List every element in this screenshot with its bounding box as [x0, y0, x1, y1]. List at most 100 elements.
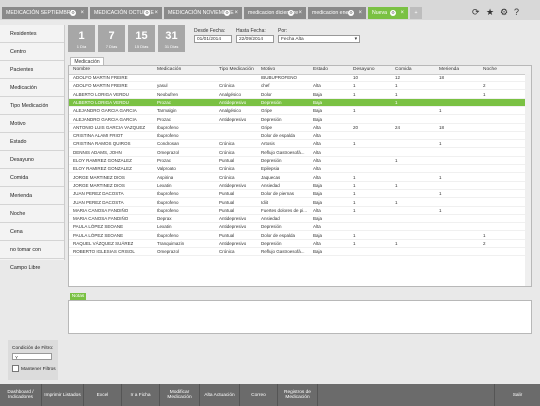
- table-row[interactable]: ADOLFO MARTIN FREIRE yasul Crónica chef Alta…: [69, 82, 531, 91]
- sidebar-item-cena[interactable]: Cena: [0, 223, 64, 241]
- tile-15-days[interactable]: 15 15 Días: [128, 25, 155, 52]
- dashboard-button[interactable]: Dashboard / Indicadores: [0, 384, 42, 406]
- table-scrollbar[interactable]: [525, 74, 531, 286]
- table-row[interactable]: DENNIS ADAMS, JOHN Omeprazol Crónica Refluj…: [69, 149, 531, 157]
- tab-close-icon[interactable]: ×: [80, 7, 84, 19]
- star-icon[interactable]: ★: [486, 6, 494, 18]
- table-row[interactable]: ALEJANDRO GARCIA GARCIA Tarmalgin Analgési…: [69, 107, 531, 116]
- col-estado[interactable]: Estado: [313, 66, 328, 74]
- sidebar-item-merienda[interactable]: Merienda: [0, 187, 64, 205]
- tile-31-days[interactable]: 31 31 Días: [158, 25, 185, 52]
- table-row[interactable]: ALBERTO LORIGA VERDU Neobufren Analgésico D…: [69, 91, 531, 99]
- sidebar-item-tipo-medicacion[interactable]: Tipo Medicación: [0, 97, 64, 115]
- table-cell: Lexatin: [157, 182, 172, 188]
- exit-button[interactable]: Salir: [494, 384, 540, 406]
- tab-1[interactable]: MEDICACIÓN OCTUBRE ⚙ ×: [90, 7, 162, 19]
- medication-records-button[interactable]: Registros de Medicación: [278, 384, 318, 406]
- table-cell: 1: [395, 241, 398, 246]
- tile-7-days[interactable]: 77 Días: [98, 25, 125, 52]
- settings-icon[interactable]: ⚙: [500, 6, 508, 18]
- col-medicacion[interactable]: Medicación: [157, 66, 181, 74]
- table-cell: Crónica: [219, 149, 235, 155]
- table-cell: Crónica: [219, 83, 235, 89]
- table-row[interactable]: MARIA CANOSA FANDIÑO Ibuprofeno Puntual Fue…: [69, 207, 531, 215]
- tab-gear-icon[interactable]: ⚙: [390, 10, 396, 16]
- table-row[interactable]: JORGE MARTINEZ DIOS Aspirina Crónica Jaquec…: [69, 174, 531, 182]
- sidebar-item-desayuno[interactable]: Desayuno: [0, 151, 64, 169]
- table-row[interactable]: ANTONIO LUIS GARCIA VAZQUEZ Ibuprofeno Gri…: [69, 124, 531, 132]
- col-tipo-medicacion[interactable]: Tipo Medicación: [219, 66, 254, 74]
- tab-close-icon[interactable]: ×: [298, 7, 302, 19]
- go-to-record-button[interactable]: Ir a Ficha: [122, 384, 160, 406]
- email-button[interactable]: Correo: [240, 384, 278, 406]
- hasta-date-field[interactable]: 22/09/2014: [236, 35, 274, 43]
- col-merienda[interactable]: Merienda: [439, 66, 459, 74]
- table-row[interactable]: JUAN PEREZ DACOSTA Ibuprofeno Puntual Dolor…: [69, 190, 531, 199]
- tab-bar: MEDICACIÓN SEPTIEMBRE ⚙ × MEDICACIÓN OCTUB…: [0, 0, 540, 20]
- tab-3[interactable]: medicacion diciembre ⚙ ×: [244, 7, 306, 19]
- tab-0[interactable]: MEDICACIÓN SEPTIEMBRE ⚙ ×: [2, 7, 88, 19]
- excel-button[interactable]: Excel: [84, 384, 122, 406]
- tab-2[interactable]: MEDICACIÓN NOVIEMBRE ⚙ ×: [164, 7, 242, 19]
- help-icon[interactable]: ?: [514, 6, 519, 18]
- table-row[interactable]: MARIA CANOSA FANDIÑO Deprax Antidepresivo A…: [69, 215, 531, 224]
- table-row[interactable]: JORGE MARTINEZ DIOS Lexatin Antidepresivo A…: [69, 182, 531, 190]
- tab-gear-icon[interactable]: ⚙: [70, 10, 76, 16]
- table-row[interactable]: PAULA LÓPEZ SEOANE Lexatin Antidepresivo De…: [69, 223, 531, 232]
- print-lists-button[interactable]: Imprimir Listados: [42, 384, 84, 406]
- sidebar-item-no-tomar-con[interactable]: no tomar con: [0, 241, 64, 259]
- table-cell: Alta: [313, 158, 321, 163]
- tab-gear-icon[interactable]: ⚙: [288, 10, 294, 16]
- col-motivo[interactable]: Motivo: [261, 66, 275, 74]
- checkbox-icon[interactable]: [12, 365, 19, 372]
- tab-5[interactable]: Nueva ⚙ ×: [368, 7, 408, 19]
- sidebar-item-estado[interactable]: Estado: [0, 133, 64, 151]
- table-row[interactable]: ADOLFO MARTIN FREIRE IBUBUPROFENO 10 12 18: [69, 74, 531, 82]
- sidebar-item-pacientes[interactable]: Pacientes: [0, 61, 64, 79]
- sidebar-item-motivo[interactable]: Motivo: [0, 115, 64, 133]
- col-comida[interactable]: Comida: [395, 66, 412, 74]
- table-cell: Prozac: [157, 158, 172, 163]
- sidebar-item-noche[interactable]: Noche: [0, 205, 64, 223]
- tab-close-icon[interactable]: ×: [154, 7, 158, 19]
- filter-condition-select[interactable]: Y: [12, 353, 52, 360]
- tab-gear-icon[interactable]: ⚙: [224, 10, 230, 16]
- tab-gear-icon[interactable]: ⚙: [348, 10, 354, 16]
- table-cell: Fuertes dolores de pi...: [261, 207, 308, 213]
- add-action-button[interactable]: Alta Actuación: [200, 384, 240, 406]
- table-cell: 10: [353, 75, 359, 80]
- tab-4[interactable]: medicacion enero ⚙ ×: [308, 7, 366, 19]
- table-row[interactable]: RAQUEL VÁZQUEZ SUÁREZ Tranquimazin Antidep…: [69, 240, 531, 248]
- table-row[interactable]: ELOY RAMIREZ GONZALEZ Valproato Crónica Epi…: [69, 165, 531, 174]
- tab-close-icon[interactable]: ×: [358, 7, 362, 19]
- table-row[interactable]: ROBERTO IGLESIAS CRISOL Omeprazol Crónica R…: [69, 248, 531, 257]
- sidebar-item-medicacion[interactable]: Medicación: [0, 79, 64, 97]
- sidebar-item-comida[interactable]: Comida: [0, 169, 64, 187]
- col-nombre[interactable]: Nombre: [73, 66, 90, 74]
- tab-close-icon[interactable]: ×: [234, 7, 238, 19]
- sidebar-item-centro[interactable]: Centro: [0, 43, 64, 61]
- refresh-icon[interactable]: ⟳: [472, 6, 480, 18]
- table-cell: Baja: [313, 191, 323, 197]
- notes-textarea[interactable]: [68, 300, 532, 334]
- keep-filters-checkbox[interactable]: Mantener Filtros: [12, 365, 56, 372]
- table-row[interactable]: JUAN PEREZ DACOSTA Ibuprofeno Puntual Idiit…: [69, 199, 531, 207]
- tile-1-day[interactable]: 11 Día: [68, 25, 95, 52]
- table-row[interactable]: CRISTINA RAMOS QUIROS Condrosan Crónica Art…: [69, 140, 531, 149]
- tab-gear-icon[interactable]: ⚙: [144, 10, 150, 16]
- col-noche[interactable]: Noche: [483, 66, 497, 74]
- table-row[interactable]: ELOY RAMIREZ GONZALEZ Prozac Puntual Depres…: [69, 157, 531, 165]
- table-row[interactable]: ALEJANDRO GARCIA GARCIA Prozac Antidepresi…: [69, 116, 531, 124]
- table-row[interactable]: CRISTINA ALAMI FRIOT Ibuprofeno Dolor de e…: [69, 132, 531, 141]
- tab-close-icon[interactable]: ×: [400, 7, 404, 19]
- sidebar-item-campo-libre[interactable]: Campo Libre: [0, 259, 64, 277]
- new-tab-button[interactable]: +: [410, 7, 422, 19]
- notes-tab[interactable]: Notas: [70, 293, 86, 300]
- table-row[interactable]: PAULA LÓPEZ SEOANE Ibuprofeno Puntual Dolor…: [69, 232, 531, 240]
- table-row[interactable]: ALBERTO LORIGA VERDU Prozac Antidepresivo D…: [69, 98, 531, 107]
- por-select[interactable]: Fecha Alta ▾: [278, 35, 360, 43]
- col-desayuno[interactable]: Desayuno: [353, 66, 375, 74]
- modify-medication-button[interactable]: Modificar Medicación: [160, 384, 200, 406]
- desde-date-field[interactable]: 01/01/2014: [194, 35, 232, 43]
- sidebar-item-residentes[interactable]: Residentes: [0, 25, 64, 43]
